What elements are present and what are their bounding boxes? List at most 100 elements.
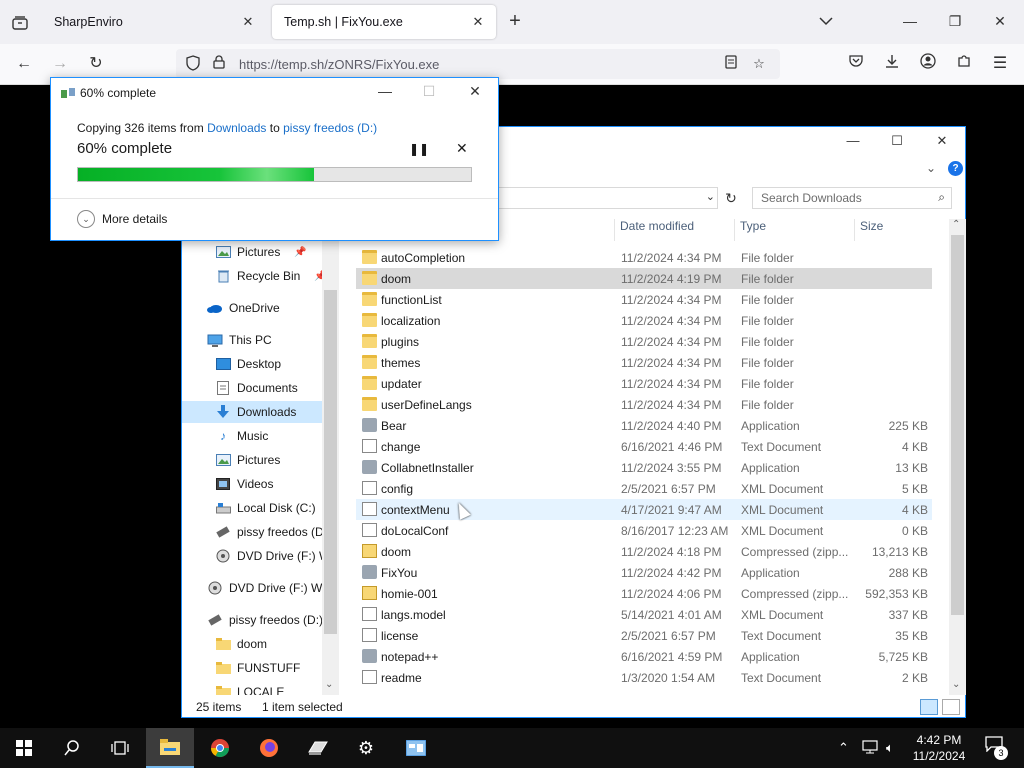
nav-item-dvd-drive[interactable]: DVD Drive (F:) W <box>215 545 330 567</box>
tab-list-icon[interactable] <box>6 9 34 37</box>
scroll-down-arrow-icon[interactable]: ⌄ <box>952 679 960 690</box>
file-row[interactable]: plugins 11/2/2024 4:34 PM File folder <box>356 331 932 352</box>
restore-icon[interactable]: ❐ <box>943 10 967 32</box>
dialog-minimize-icon[interactable]: — <box>371 83 399 99</box>
file-row[interactable]: localization 11/2/2024 4:34 PM File folder <box>356 310 932 331</box>
control-panel-icon[interactable] <box>392 728 440 768</box>
notification-center-icon[interactable]: 3 <box>982 736 1008 760</box>
app-drive-icon[interactable] <box>294 728 342 768</box>
extensions-icon[interactable] <box>952 53 976 77</box>
file-row[interactable]: homie-001 11/2/2024 4:06 PM Compressed (zi… <box>356 583 932 604</box>
file-explorer-taskbar-icon[interactable] <box>146 728 194 768</box>
lock-icon[interactable] <box>210 55 228 73</box>
file-list-scrollbar[interactable]: ⌃ ⌄ <box>949 219 966 695</box>
large-icons-view-icon[interactable] <box>942 699 960 715</box>
nav-item-downloads[interactable]: Downloads <box>182 401 322 423</box>
tab-close-icon[interactable]: ✕ <box>470 14 486 30</box>
file-row[interactable]: updater 11/2/2024 4:34 PM File folder <box>356 373 932 394</box>
nav-item-onedrive[interactable]: OneDrive <box>207 297 280 319</box>
menu-icon[interactable]: ☰ <box>988 53 1012 77</box>
nav-item-documents[interactable]: Documents <box>215 377 298 399</box>
pocket-icon[interactable] <box>844 53 868 77</box>
file-row[interactable]: readme 1/3/2020 1:54 AM Text Document 2 KB <box>356 667 932 688</box>
details-view-icon[interactable] <box>920 699 938 715</box>
help-icon[interactable]: ? <box>948 161 963 176</box>
file-row[interactable]: notepad++ 6/16/2021 4:59 PM Application 5,7… <box>356 646 932 667</box>
nav-item-usb-drive-root[interactable]: pissy freedos (D:) <box>207 609 323 631</box>
nav-item-local-disk[interactable]: Local Disk (C:) <box>215 497 316 519</box>
file-row[interactable]: doom 11/2/2024 4:18 PM Compressed (zipp...… <box>356 541 932 562</box>
nav-item-folder-funstuff[interactable]: FUNSTUFF <box>215 657 300 679</box>
bookmark-star-icon[interactable]: ☆ <box>750 55 768 73</box>
search-downloads-input[interactable]: Search Downloads ⌕ <box>752 187 952 209</box>
nav-scroll-thumb[interactable] <box>324 290 337 634</box>
nav-item-usb-drive[interactable]: pissy freedos (D: <box>215 521 327 543</box>
column-header-size[interactable]: Size <box>860 219 883 241</box>
file-row[interactable]: Bear 11/2/2024 4:40 PM Application 225 KB <box>356 415 932 436</box>
nav-item-dvd-drive-root[interactable]: DVD Drive (F:) WIN <box>207 577 334 599</box>
new-tab-icon[interactable]: + <box>504 10 526 32</box>
account-icon[interactable] <box>916 53 940 77</box>
explorer-maximize-icon[interactable]: ☐ <box>882 133 912 149</box>
shield-icon[interactable] <box>184 55 202 73</box>
explorer-close-icon[interactable]: ✕ <box>927 133 957 149</box>
scroll-up-arrow-icon[interactable]: ⌃ <box>952 219 960 230</box>
nav-pane-scrollbar[interactable]: ⌄ <box>322 225 339 695</box>
file-row[interactable]: langs.model 5/14/2021 4:01 AM XML Document… <box>356 604 932 625</box>
cancel-copy-icon[interactable]: ✕ <box>456 140 468 157</box>
file-list-scroll-thumb[interactable] <box>951 235 964 615</box>
nav-item-recycle-bin[interactable]: Recycle Bin 📌 <box>215 265 327 287</box>
search-icon[interactable] <box>48 728 96 768</box>
column-divider[interactable] <box>614 219 615 241</box>
pause-icon[interactable]: ❚❚ <box>409 142 429 156</box>
volume-icon[interactable]: 🔈︎ <box>886 740 894 756</box>
list-all-tabs-icon[interactable] <box>814 10 838 32</box>
file-row[interactable]: autoCompletion 11/2/2024 4:34 PM File fold… <box>356 247 932 268</box>
file-row[interactable]: config 2/5/2021 6:57 PM XML Document 5 KB <box>356 478 932 499</box>
destination-link[interactable]: pissy freedos (D:) <box>283 121 377 135</box>
url-bar[interactable]: https://temp.sh/zONRS/FixYou.exe ☆ <box>176 49 780 79</box>
forward-icon[interactable]: → <box>48 53 72 77</box>
address-dropdown-icon[interactable]: ⌄ <box>706 190 715 203</box>
reload-icon[interactable]: ↻ <box>84 53 108 77</box>
file-row[interactable]: FixYou 11/2/2024 4:42 PM Application 288 KB <box>356 562 932 583</box>
tab-close-icon[interactable]: ✕ <box>240 14 256 30</box>
firefox-icon[interactable] <box>245 728 293 768</box>
nav-item-desktop[interactable]: Desktop <box>215 353 281 375</box>
column-header-type[interactable]: Type <box>740 219 766 241</box>
tab-sharpenviro[interactable]: SharpEnviro ✕ <box>42 5 266 39</box>
nav-item-this-pc[interactable]: This PC <box>207 329 272 351</box>
show-hidden-icons-chevron-icon[interactable]: ⌃ <box>838 740 849 756</box>
refresh-icon[interactable]: ↻ <box>720 188 742 208</box>
file-row[interactable]: CollabnetInstaller 11/2/2024 3:55 PM Appli… <box>356 457 932 478</box>
nav-item-quick-pictures[interactable]: Pictures 📌 <box>215 241 307 263</box>
chrome-icon[interactable] <box>196 728 244 768</box>
system-clock[interactable]: 4:42 PM 11/2/2024 <box>908 732 970 764</box>
nav-item-folder-locale[interactable]: LOCALE <box>215 681 284 695</box>
address-bar[interactable]: ⌄ <box>498 187 718 209</box>
close-window-icon[interactable]: ✕ <box>988 10 1012 32</box>
downloads-icon[interactable] <box>880 53 904 77</box>
task-view-icon[interactable] <box>96 728 144 768</box>
scroll-down-arrow-icon[interactable]: ⌄ <box>325 679 333 690</box>
reader-view-icon[interactable] <box>722 55 740 73</box>
file-row[interactable]: functionList 11/2/2024 4:34 PM File folder <box>356 289 932 310</box>
file-row[interactable]: license 2/5/2021 6:57 PM Text Document 35 K… <box>356 625 932 646</box>
file-row[interactable]: change 6/16/2021 4:46 PM Text Document 4 KB <box>356 436 932 457</box>
network-icon[interactable] <box>862 740 878 757</box>
url-text[interactable]: https://temp.sh/zONRS/FixYou.exe <box>239 57 439 72</box>
nav-item-videos[interactable]: Videos <box>215 473 273 495</box>
column-divider[interactable] <box>854 219 855 241</box>
nav-item-music[interactable]: ♪ Music <box>215 425 268 447</box>
nav-item-folder-doom[interactable]: doom <box>215 633 267 655</box>
file-row[interactable]: themes 11/2/2024 4:34 PM File folder <box>356 352 932 373</box>
column-header-date[interactable]: Date modified <box>620 219 694 241</box>
file-row[interactable]: contextMenu 4/17/2021 9:47 AM XML Document… <box>356 499 932 520</box>
explorer-minimize-icon[interactable]: — <box>838 133 868 148</box>
dialog-close-icon[interactable]: ✕ <box>461 83 489 100</box>
start-windows-icon[interactable] <box>0 728 48 768</box>
nav-item-pictures[interactable]: Pictures <box>215 449 280 471</box>
back-icon[interactable]: ← <box>12 53 36 77</box>
column-divider[interactable] <box>734 219 735 241</box>
ribbon-expand-icon[interactable]: ⌄ <box>926 161 936 175</box>
